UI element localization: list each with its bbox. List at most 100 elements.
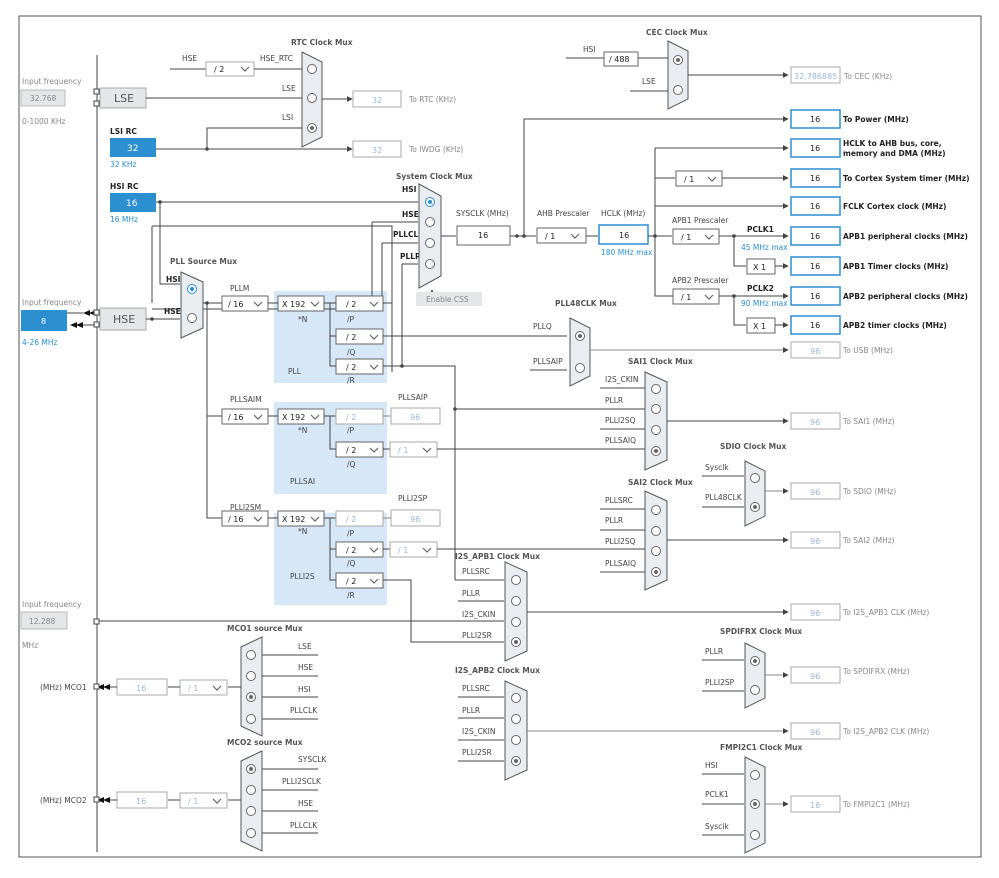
rtc-opt-lse[interactable]: [307, 93, 317, 103]
lsi-to-rtc: [206, 127, 302, 149]
apb2-mult: X 1: [753, 322, 766, 331]
sysclk-hse-label: HSE: [402, 210, 419, 219]
sdio-in1: Sysclk: [705, 463, 729, 472]
fmpi2c-in2: PCLK1: [705, 790, 729, 799]
mco2-val: 16: [136, 797, 146, 806]
mco1-in3: HSI: [298, 685, 311, 694]
pllq-val: / 2: [346, 333, 356, 342]
rtc-opt-hse[interactable]: [307, 64, 317, 74]
mco1-in4: PLLCLK: [290, 706, 318, 715]
svg-text:APB2 timer clocks (MHz): APB2 timer clocks (MHz): [843, 321, 947, 330]
pllsai-p-select[interactable]: [335, 408, 384, 425]
pllsai-p: / 2: [346, 413, 356, 422]
svg-text:APB1 Timer clocks (MHz): APB1 Timer clocks (MHz): [843, 262, 948, 271]
i2s2-in4: PLLI2SR: [462, 748, 492, 757]
sysclk-pllr-label: PLLR: [400, 252, 421, 261]
i2s2-opt-3[interactable]: [511, 735, 521, 745]
mco2-opt-4[interactable]: [246, 828, 256, 838]
pll48-in1: PLLQ: [533, 322, 552, 331]
sai2-opt-2[interactable]: [651, 526, 661, 536]
sysclk-label: SYSCLK (MHz): [456, 209, 509, 218]
mco1-div: / 1: [188, 684, 198, 693]
hse-range: 4-26 MHz: [22, 338, 58, 347]
fmpi2c-opt-1[interactable]: [750, 770, 760, 780]
sysclk-opt-pllclk[interactable]: [425, 238, 435, 248]
plli2s-n: X 192: [282, 515, 305, 524]
output-power: 16 To Power (MHz): [790, 109, 909, 129]
output-apb1-peripheral: 16 APB1 peripheral clocks (MHz): [790, 226, 968, 246]
sysclk-val: 16: [478, 231, 488, 240]
mco2-label: (MHz) MCO2: [40, 796, 87, 805]
mco2-mux-title: MCO2 source Mux: [227, 738, 303, 747]
sdio-mux[interactable]: [744, 460, 766, 527]
i2s2-in3: I2S_CKIN: [462, 727, 495, 736]
i2s1-opt-2[interactable]: [511, 596, 521, 606]
hse-freq: 8: [41, 317, 46, 326]
spdif-mux-title: SPDIFRX Clock Mux: [720, 627, 802, 636]
plln-val: X 192: [282, 300, 305, 309]
plli2s-q: / 2: [346, 546, 356, 555]
mco1-opt-1[interactable]: [246, 650, 256, 660]
svg-text:16: 16: [810, 202, 820, 211]
lsi-val: 32: [127, 144, 138, 154]
hse-label: HSE: [113, 313, 135, 326]
pll48-mux-title: PLL48CLK Mux: [555, 299, 617, 308]
spdif-mux[interactable]: [744, 642, 766, 709]
pll48-opt-pllsaip[interactable]: [575, 363, 585, 373]
output-apb2-timer: 16 APB2 timer clocks (MHz): [790, 315, 947, 335]
hclk-bus: [654, 148, 673, 297]
sai1-opt-1[interactable]: [651, 384, 661, 394]
sysclk-opt-pllr[interactable]: [425, 259, 435, 269]
apb1-pclk: PCLK1: [747, 225, 774, 234]
pllsai-name: PLLSAI: [290, 477, 315, 486]
i2s2-val: 96: [810, 728, 820, 737]
sysclk-opt-hse[interactable]: [425, 217, 435, 227]
sai1-opt-3[interactable]: [651, 425, 661, 435]
i2s1-opt-1[interactable]: [511, 575, 521, 585]
sai1-opt-2[interactable]: [651, 404, 661, 414]
svg-text:16: 16: [810, 232, 820, 241]
apb1-mult: X 1: [753, 263, 766, 272]
pllm-label: PLLM: [230, 284, 249, 293]
mco1-mux-title: MCO1 source Mux: [227, 624, 303, 633]
sai2-opt-1[interactable]: [651, 505, 661, 515]
i2s2-opt-1[interactable]: [511, 693, 521, 703]
sai1-in3: PLLI2SQ: [605, 416, 636, 425]
pllsai-q: / 2: [346, 446, 356, 455]
fmpi2c-opt-3[interactable]: [750, 830, 760, 840]
svg-text:16: 16: [810, 292, 820, 301]
svg-text:HCLK to AHB bus, core,: HCLK to AHB bus, core,: [843, 139, 942, 148]
pll-src-opt-hse[interactable]: [187, 313, 197, 323]
mco1-opt-4[interactable]: [246, 714, 256, 724]
sai1-in1: I2S_CKIN: [605, 375, 638, 384]
sysclk-mux-title: System Clock Mux: [396, 172, 473, 181]
pll-src-hsi: HSI: [166, 275, 181, 284]
hse-input-label: Input frequency: [22, 298, 82, 307]
sdio-opt-1[interactable]: [750, 473, 760, 483]
pll-src-mux[interactable]: [180, 271, 204, 339]
cec-label: To CEC (KHz): [843, 72, 892, 81]
pll48-mux[interactable]: [569, 317, 591, 387]
i2s1-opt-3[interactable]: [511, 617, 521, 627]
i2s2-in2: PLLR: [462, 706, 480, 715]
mco2-opt-3[interactable]: [246, 806, 256, 816]
i2s2-opt-2[interactable]: [511, 714, 521, 724]
iwdg-label: To IWDG (KHz): [408, 145, 463, 154]
lse-label: LSE: [114, 92, 134, 105]
spdif-opt-2[interactable]: [750, 685, 760, 695]
pll-src-mux-title: PLL Source Mux: [170, 257, 237, 266]
rtc-div: / 2: [214, 65, 224, 74]
svg-text:16: 16: [810, 174, 820, 183]
svg-text:16: 16: [810, 144, 820, 153]
plli2s-p-select[interactable]: [335, 510, 384, 527]
ahb-prescaler: / 1: [545, 232, 555, 241]
plln-label: *N: [298, 315, 307, 324]
cec-mux[interactable]: [667, 40, 689, 110]
mco2-opt-2[interactable]: [246, 785, 256, 795]
fmpi2c-in3: Sysclk: [705, 822, 729, 831]
hsi-title: HSI RC: [110, 182, 139, 191]
cec-opt-lse[interactable]: [673, 85, 683, 95]
mco1-opt-2[interactable]: [246, 671, 256, 681]
sai2-opt-3[interactable]: [651, 546, 661, 556]
sdio-mux-title: SDIO Clock Mux: [720, 442, 786, 451]
